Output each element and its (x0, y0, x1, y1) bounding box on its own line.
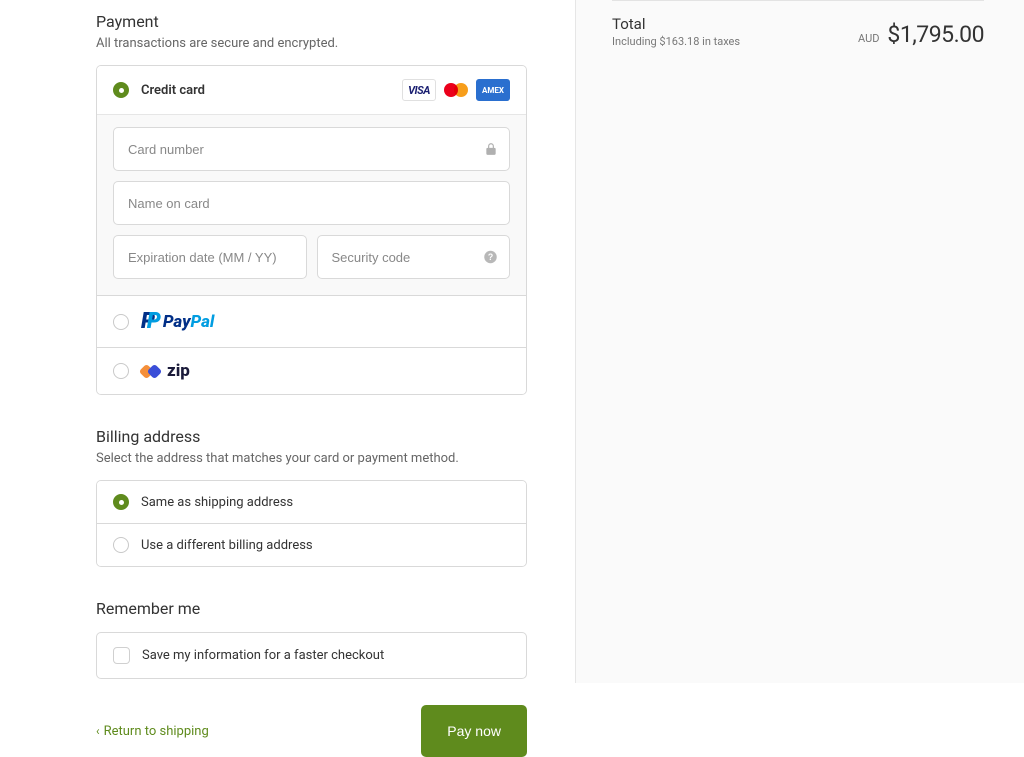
payment-method-zip[interactable]: zip (97, 347, 526, 394)
billing-title: Billing address (96, 427, 527, 446)
pay-now-button[interactable]: Pay now (421, 705, 527, 757)
radio-selected-icon (113, 494, 129, 510)
amex-icon: AMEX (476, 79, 510, 101)
remember-title: Remember me (96, 599, 527, 618)
billing-subtitle: Select the address that matches your car… (96, 451, 527, 466)
radio-selected-icon (113, 82, 129, 98)
remember-checkbox-row[interactable]: Save my information for a faster checkou… (96, 632, 527, 679)
taxes-line: Including $163.18 in taxes (612, 35, 740, 48)
total-label: Total (612, 15, 740, 33)
billing-different-label: Use a different billing address (141, 538, 313, 553)
checkbox-unchecked-icon (113, 647, 130, 664)
total-amount: $1,795.00 (887, 21, 984, 48)
total-row: Total Including $163.18 in taxes AUD $1,… (612, 15, 984, 48)
card-brands: VISA AMEX (402, 79, 510, 101)
card-fields: ? (97, 114, 526, 295)
payment-method-credit-card[interactable]: Credit card VISA AMEX (97, 66, 526, 114)
payment-methods-box: Credit card VISA AMEX (96, 65, 527, 395)
svg-text:?: ? (488, 252, 493, 262)
paypal-logo: PPPayPal (141, 309, 214, 334)
mastercard-icon (439, 79, 473, 101)
zip-label: zip (167, 361, 190, 381)
lock-icon (484, 142, 498, 156)
help-icon[interactable]: ? (483, 250, 498, 265)
payment-method-paypal[interactable]: PPPayPal (97, 295, 526, 347)
zip-icon (141, 362, 163, 380)
chevron-left-icon: ‹ (96, 724, 100, 738)
payment-subtitle: All transactions are secure and encrypte… (96, 36, 527, 51)
billing-different[interactable]: Use a different billing address (97, 523, 526, 566)
billing-box: Same as shipping address Use a different… (96, 480, 527, 567)
remember-checkbox-label: Save my information for a faster checkou… (142, 648, 384, 663)
cvv-input[interactable] (317, 235, 511, 279)
expiry-input[interactable] (113, 235, 307, 279)
billing-same-label: Same as shipping address (141, 495, 293, 510)
radio-unselected-icon (113, 314, 129, 330)
card-number-input[interactable] (113, 127, 510, 171)
visa-icon: VISA (402, 79, 436, 101)
payment-title: Payment (96, 12, 527, 31)
summary-divider (612, 0, 984, 1)
name-on-card-input[interactable] (113, 181, 510, 225)
credit-card-label: Credit card (141, 83, 205, 98)
zip-logo: zip (141, 361, 190, 381)
radio-unselected-icon (113, 363, 129, 379)
return-label: Return to shipping (104, 724, 209, 739)
billing-same[interactable]: Same as shipping address (97, 481, 526, 523)
radio-unselected-icon (113, 537, 129, 553)
currency-label: AUD (858, 32, 879, 45)
return-to-shipping-link[interactable]: ‹ Return to shipping (96, 724, 209, 739)
